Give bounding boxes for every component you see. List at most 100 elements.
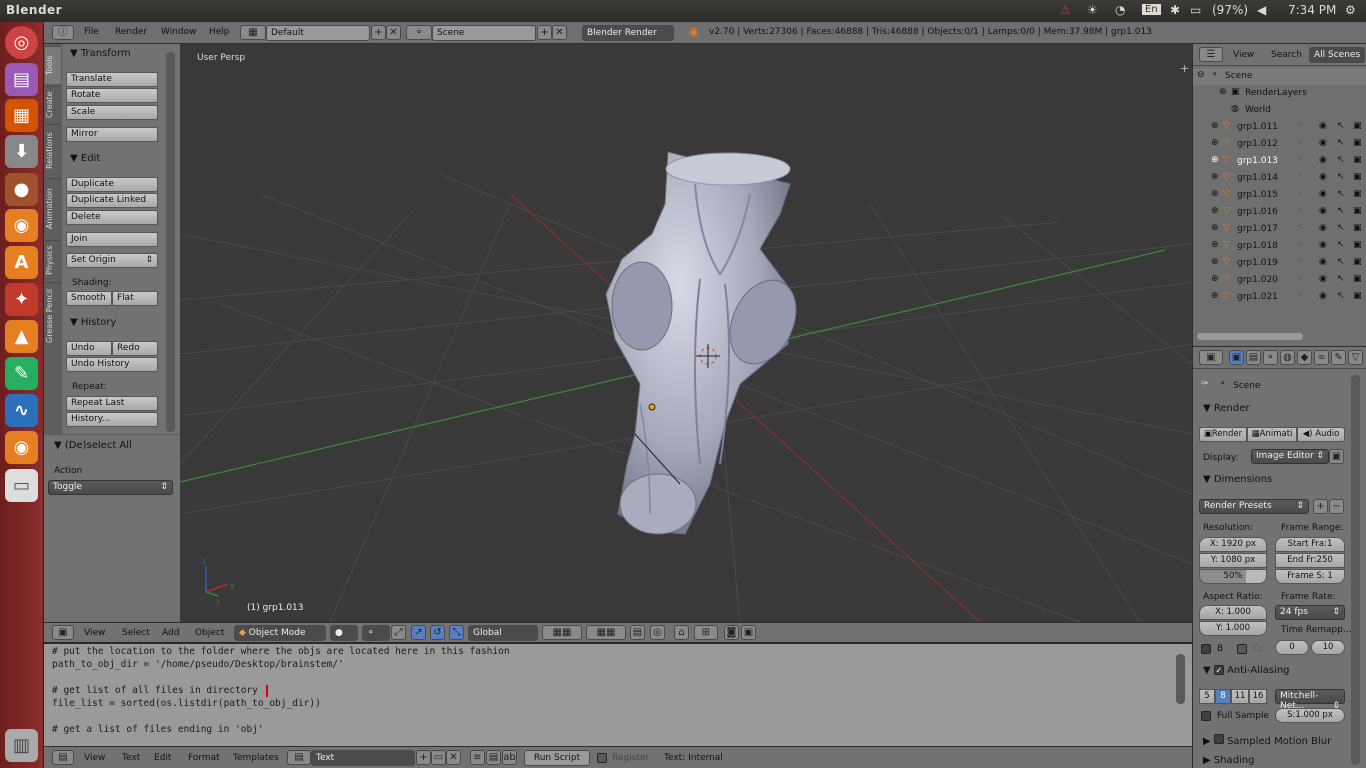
render-engine-dropdown[interactable]: Blender Render	[582, 25, 674, 41]
selectable-cursor-icon[interactable]: ↖	[1337, 223, 1345, 233]
mesh-data-icon[interactable]: ⁖	[1297, 121, 1302, 131]
visibility-eye-icon[interactable]: ◉	[1319, 172, 1327, 182]
world-context-icon[interactable]: ◍	[1280, 350, 1295, 365]
battery-percent[interactable]: (97%)	[1212, 3, 1248, 17]
undo-button[interactable]: Undo	[66, 341, 112, 356]
menu-help[interactable]: Help	[209, 27, 230, 37]
unlink-text-button[interactable]: ✕	[446, 750, 461, 765]
remove-preset-button[interactable]: −	[1329, 499, 1344, 514]
aa-samples-11[interactable]: 11	[1231, 689, 1249, 704]
scale-manipulator-icon[interactable]: ⤡	[449, 625, 464, 640]
join-button[interactable]: Join	[66, 232, 158, 247]
software-center-icon[interactable]: A	[5, 246, 38, 279]
menu-view[interactable]: View	[84, 628, 105, 638]
drive-icon[interactable]: ▭	[5, 469, 38, 502]
editor-type-icon[interactable]: ▤	[52, 750, 74, 765]
render-presets-dropdown[interactable]: Render Presets ⇕	[1199, 499, 1309, 514]
render-window-icon[interactable]: ▣	[1329, 449, 1344, 464]
3d-viewport[interactable]: z y x User Persp (1) grp1.013 +	[180, 44, 1192, 622]
selectable-cursor-icon[interactable]: ↖	[1337, 291, 1345, 301]
aa-samples-5[interactable]: 5	[1199, 689, 1215, 704]
mode-dropdown[interactable]: ◆ Object Mode	[234, 625, 326, 641]
orientation-dropdown[interactable]: Global	[468, 625, 538, 641]
tab-animation[interactable]: Animation	[45, 178, 61, 238]
outliner-row-object[interactable]: ⊕ ▽ grp1.021 ⁖ ◉ ↖ ▣	[1193, 289, 1366, 306]
run-script-button[interactable]: Run Script	[524, 750, 590, 766]
tab-grease-pencil[interactable]: Grease Pencil	[45, 282, 61, 348]
tool-shelf-scrollbar[interactable]	[166, 52, 175, 432]
render-panel-header[interactable]: ▼ Render	[1203, 403, 1249, 414]
outliner-row-object[interactable]: ⊕ ▽ grp1.018 ⁖ ◉ ↖ ▣	[1193, 238, 1366, 255]
menu-text[interactable]: Text	[122, 753, 140, 763]
battery-icon[interactable]: ▭	[1190, 3, 1201, 17]
undo-history-button[interactable]: Undo History	[66, 357, 158, 372]
antialiasing-checkbox[interactable]: ✓	[1213, 665, 1224, 675]
resolution-percentage-slider[interactable]: 50%	[1199, 569, 1267, 584]
renderable-camera-icon[interactable]: ▣	[1353, 138, 1362, 148]
visibility-eye-icon[interactable]: ◉	[1319, 223, 1327, 233]
border-checkbox[interactable]	[1201, 644, 1211, 654]
aa-filter-dropdown[interactable]: Mitchell-Net... ⇕	[1275, 689, 1345, 711]
renderable-camera-icon[interactable]: ▣	[1353, 155, 1362, 165]
mirror-button[interactable]: Mirror	[66, 127, 158, 142]
duplicate-linked-button[interactable]: Duplicate Linked	[66, 193, 158, 208]
mesh-data-icon[interactable]: ⁖	[1297, 257, 1302, 267]
snap-element-icon[interactable]: ⊞	[694, 625, 718, 640]
expand-icon[interactable]: ⊕	[1211, 291, 1219, 301]
repeat-last-button[interactable]: Repeat Last	[66, 396, 158, 411]
redo-button[interactable]: Redo	[112, 341, 158, 356]
outliner-row-object[interactable]: ⊕ ▽ grp1.014 ⁖ ◉ ↖ ▣	[1193, 170, 1366, 187]
aspect-x-field[interactable]: X: 1.000	[1199, 605, 1267, 620]
constraints-context-icon[interactable]: ∞	[1314, 350, 1329, 365]
mesh-data-icon[interactable]: ⁖	[1297, 223, 1302, 233]
operator-panel-header[interactable]: ▼ (De)select All	[54, 440, 132, 451]
monitor-icon[interactable]: ∿	[5, 394, 38, 427]
renderable-camera-icon[interactable]: ▣	[1353, 189, 1362, 199]
syntax-highlight-toggle[interactable]: ab	[502, 750, 517, 765]
visibility-eye-icon[interactable]: ◉	[1319, 138, 1327, 148]
expand-icon[interactable]: ⊕	[1211, 138, 1219, 148]
trash-icon[interactable]: ▥	[5, 729, 38, 762]
outliner-row-object[interactable]: ⊕ ▽ grp1.013 ⁖ ◉ ↖ ▣	[1193, 153, 1366, 170]
word-wrap-toggle[interactable]: ▤	[486, 750, 501, 765]
remove-layout-button[interactable]: ✕	[386, 25, 401, 40]
expand-icon[interactable]: ⊕	[1211, 155, 1219, 165]
antialiasing-panel-header[interactable]: ▼ ✓ Anti-Aliasing	[1203, 665, 1290, 676]
mesh-data-icon[interactable]: ⁖	[1297, 155, 1302, 165]
scale-button[interactable]: Scale	[66, 105, 158, 120]
aspect-y-field[interactable]: Y: 1.000	[1199, 621, 1267, 636]
resolution-x-field[interactable]: X: 1920 px	[1199, 537, 1267, 552]
outliner-row-object[interactable]: ⊕ ▽ grp1.019 ⁖ ◉ ↖ ▣	[1193, 255, 1366, 272]
history-button[interactable]: History...	[66, 412, 158, 427]
outliner-row-object[interactable]: ⊕ ▽ grp1.011 ⁖ ◉ ↖ ▣	[1193, 119, 1366, 136]
mesh-data-icon[interactable]: ⁖	[1297, 291, 1302, 301]
tab-physics[interactable]: Physics	[45, 240, 61, 280]
scene-context-icon[interactable]: ⚬	[1263, 350, 1278, 365]
delete-button[interactable]: Delete	[66, 210, 158, 225]
alert-icon[interactable]: ⚠	[1060, 3, 1071, 17]
renderlayers-context-icon[interactable]: ▤	[1246, 350, 1261, 365]
mesh-data-icon[interactable]: ⁖	[1297, 138, 1302, 148]
expand-icon[interactable]: ⊕	[1211, 223, 1219, 233]
menu-templates[interactable]: Templates	[233, 753, 279, 763]
history-panel-header[interactable]: ▼ History	[70, 317, 116, 328]
mesh-data-icon[interactable]: ⁖	[1297, 240, 1302, 250]
new-text-button[interactable]: +	[416, 750, 431, 765]
outliner-row-object[interactable]: ⊕ ▽ grp1.016 ⁖ ◉ ↖ ▣	[1193, 204, 1366, 221]
menu-render[interactable]: Render	[115, 27, 147, 37]
manipulator-toggle-icon[interactable]: ⤢	[391, 625, 406, 640]
register-checkbox[interactable]	[597, 753, 607, 763]
resolution-y-field[interactable]: Y: 1080 px	[1199, 553, 1267, 568]
set-origin-button[interactable]: Set Origin ⇕	[66, 253, 158, 268]
selectable-cursor-icon[interactable]: ↖	[1337, 121, 1345, 131]
render-button[interactable]: ▣Render	[1199, 427, 1247, 442]
edit-panel-header[interactable]: ▼ Edit	[70, 153, 100, 164]
outliner-scrollbar[interactable]	[1197, 333, 1303, 340]
brightness-icon[interactable]: ☀	[1087, 3, 1098, 17]
blender-icon[interactable]: ◉	[5, 431, 38, 464]
modifiers-context-icon[interactable]: ✎	[1331, 350, 1346, 365]
dimensions-panel-header[interactable]: ▼ Dimensions	[1203, 474, 1272, 485]
outliner-row-scene[interactable]: ⊖ ⚬ Scene	[1193, 68, 1366, 85]
mesh-data-icon[interactable]: ⁖	[1297, 172, 1302, 182]
expand-icon[interactable]: ⊕	[1211, 206, 1219, 216]
